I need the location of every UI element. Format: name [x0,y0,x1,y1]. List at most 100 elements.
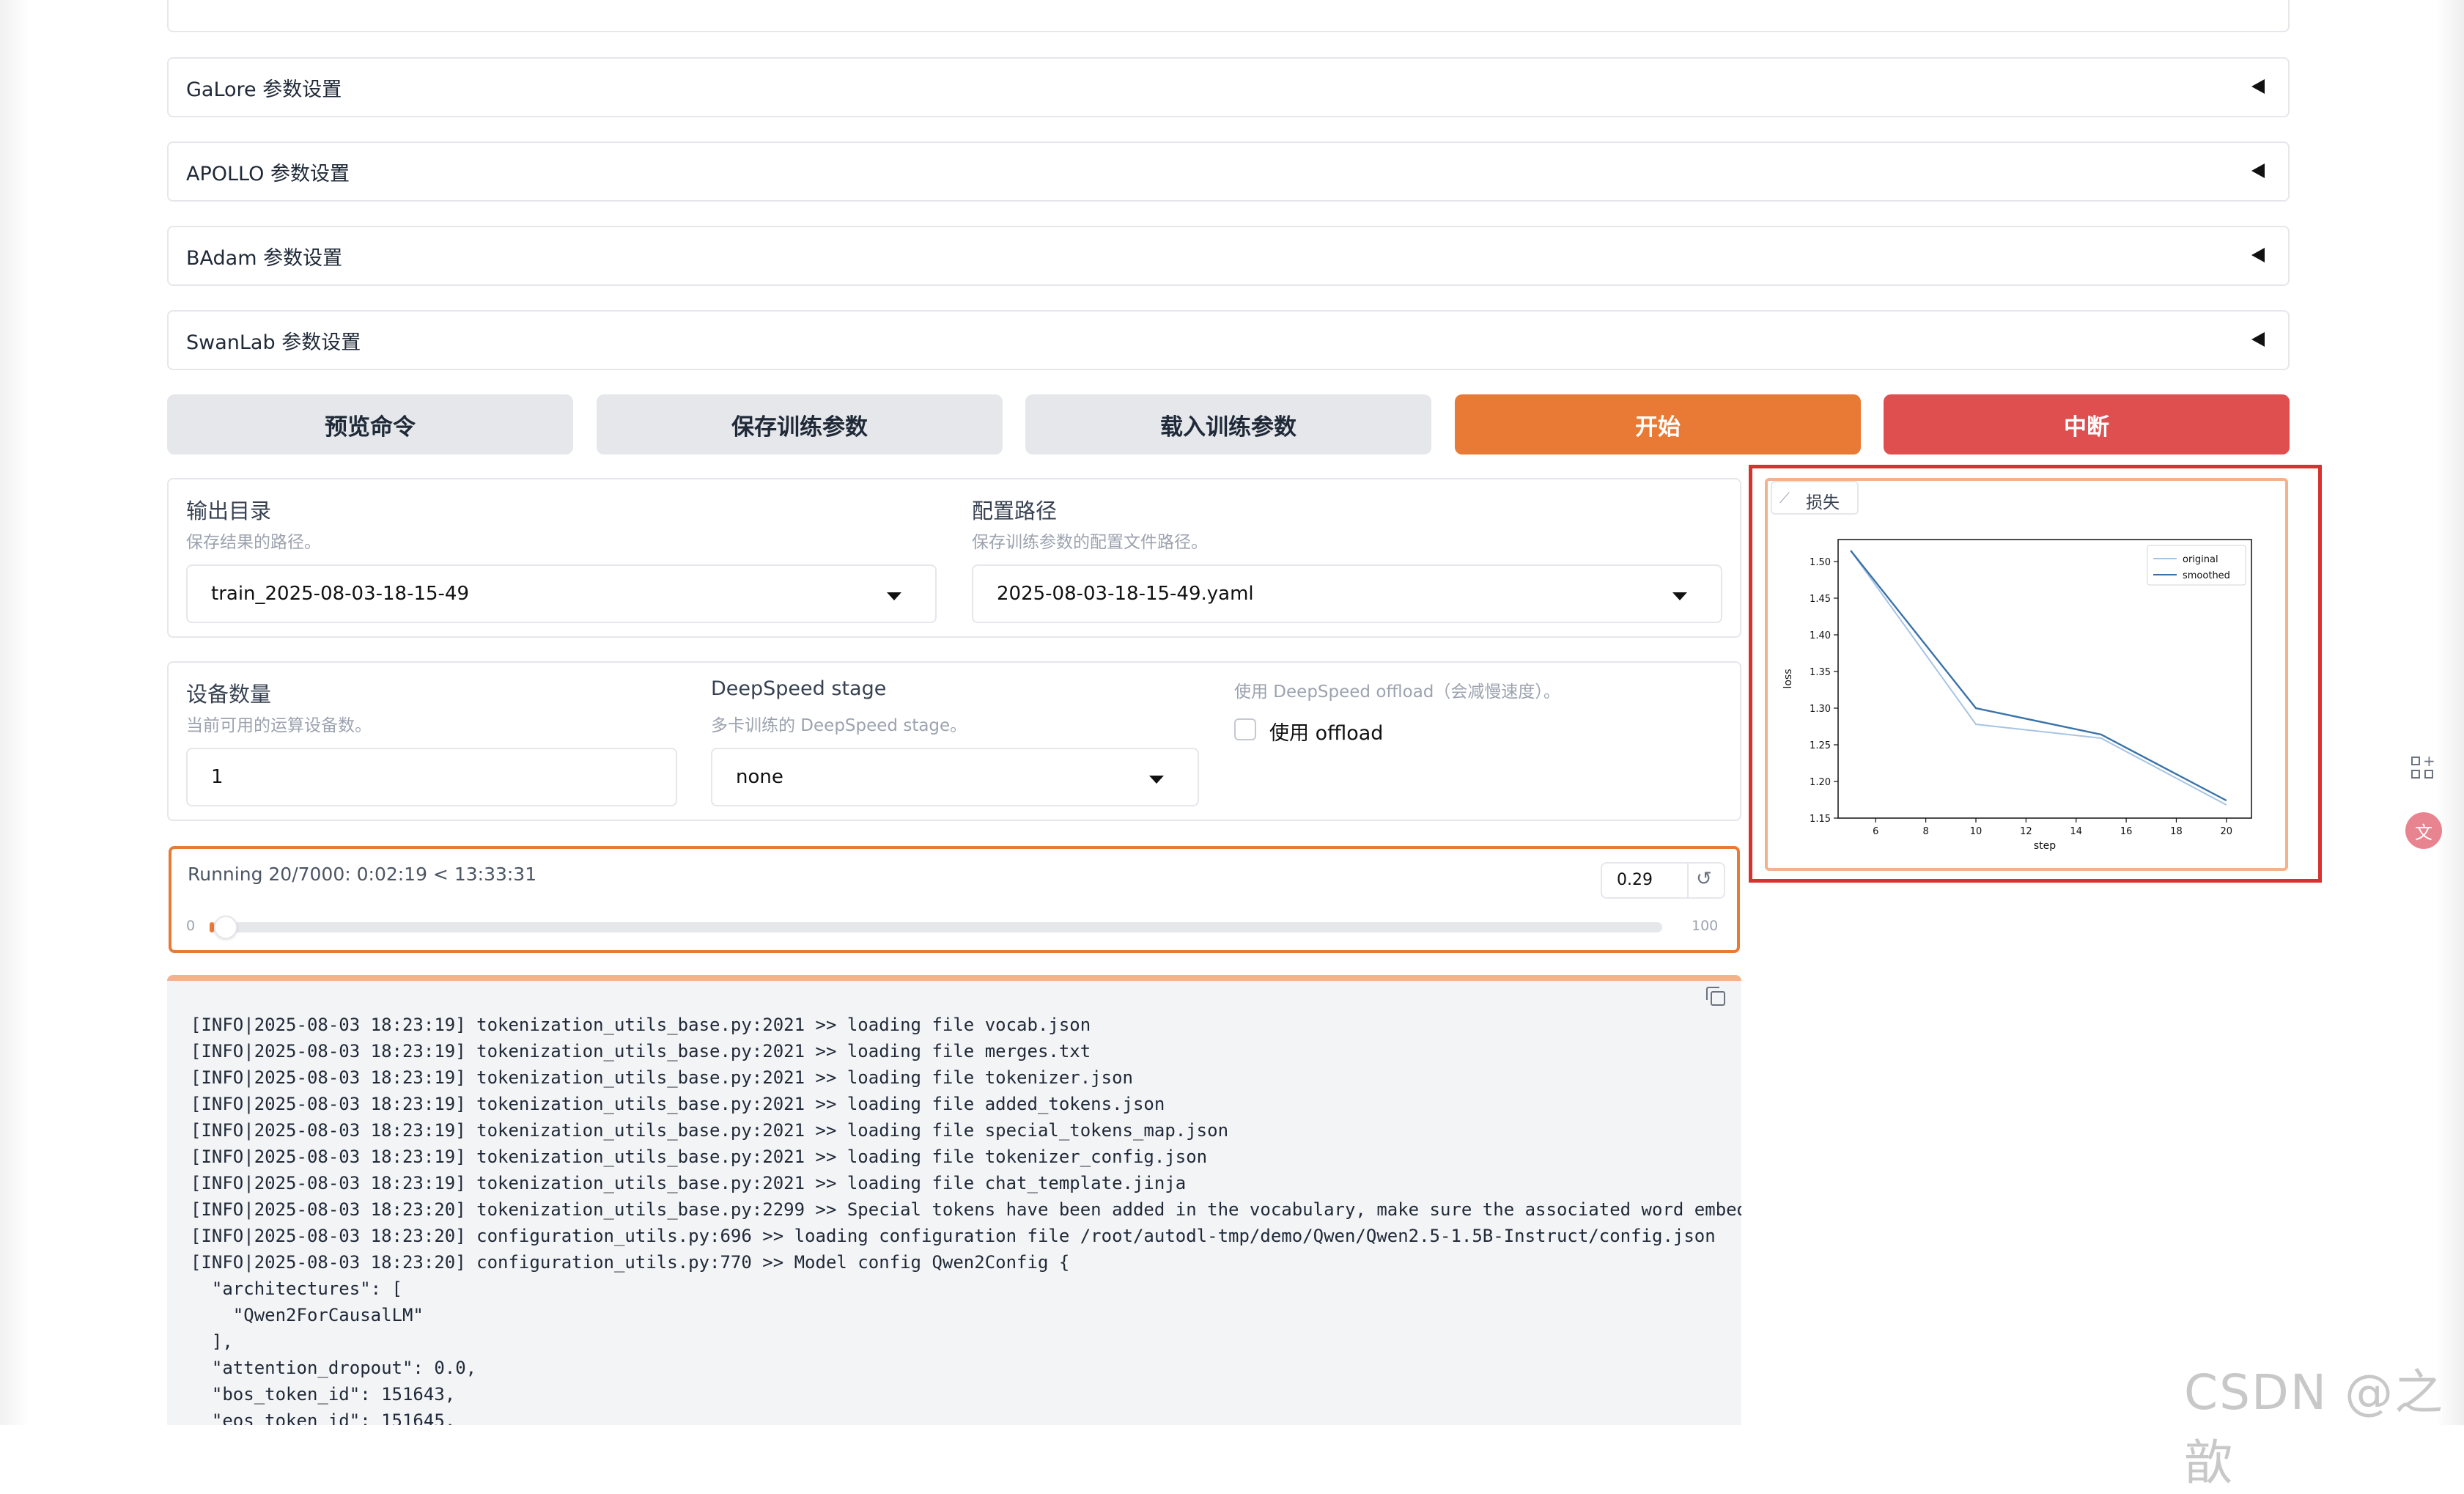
config-path-info: 保存训练参数的配置文件路径。 [972,533,1208,552]
log-line: [INFO|2025-08-03 18:23:19] tokenization_… [191,1173,1187,1193]
output-dir-label: 输出目录 [186,498,272,523]
device-count-label: 设备数量 [186,682,272,707]
accordion-apollo-title: APOLLO 参数设置 [186,163,350,185]
deepspeed-stage-value: none [736,766,783,788]
progress-number-value: 0.29 [1617,871,1653,889]
training-progress: Running 20/7000: 0:02:19 < 13:33:31 0.29… [169,846,1740,953]
right-shade [2436,0,2464,1425]
accordion-badam[interactable]: BAdam 参数设置 [167,226,2290,286]
accordion-badam-title: BAdam 参数设置 [186,247,343,270]
accordion-galore-title: GaLore 参数设置 [186,78,342,101]
copy-icon[interactable] [1706,987,1725,1006]
y-tick-label: 1.35 [1810,667,1831,678]
output-dir-dropdown[interactable]: train_2025-08-03-18-15-49 [186,564,937,623]
collapse-arrow-icon[interactable] [2251,332,2265,347]
log-line: [INFO|2025-08-03 18:23:19] tokenization_… [191,1015,1091,1035]
preview-command-button[interactable]: 预览命令 [167,394,573,455]
chart-icon: ⟋ [1779,489,1790,507]
config-path-dropdown[interactable]: 2025-08-03-18-15-49.yaml [972,564,1722,623]
y-tick-label: 1.25 [1810,740,1831,751]
start-button[interactable]: 开始 [1455,394,1861,455]
slider-max-label: 100 [1692,918,1719,934]
device-count-value: 1 [211,766,224,788]
output-config-panel: 输出目录 保存结果的路径。 train_2025-08-03-18-15-49 … [167,478,1741,638]
progress-number-input[interactable]: 0.29 ↺ [1601,862,1725,899]
y-axis-label: loss [1782,669,1794,688]
chevron-down-icon[interactable] [887,592,901,600]
log-line: "Qwen2ForCausalLM" [191,1305,424,1325]
collapse-arrow-icon[interactable] [2251,79,2265,94]
x-tick-label: 20 [2221,826,2233,837]
loss-plot-tab: ⟋ 损失 [1771,481,1859,515]
loss-plot-tab-label: 损失 [1806,493,1840,512]
deepspeed-stage-dropdown[interactable]: none [711,748,1199,806]
progress-label: Running 20/7000: 0:02:19 < 13:33:31 [188,864,537,885]
accordion-galore[interactable]: GaLore 参数设置 [167,57,2290,117]
y-tick-label: 1.50 [1810,557,1831,568]
slider-min-label: 0 [186,918,196,934]
collapse-arrow-icon[interactable] [2251,248,2265,262]
config-path-value: 2025-08-03-18-15-49.yaml [997,583,1254,605]
watermark: CSDN @之歆 [2184,1364,2445,1491]
progress-slider-fill [210,922,214,932]
device-count-info: 当前可用的运算设备数。 [186,716,372,735]
grid-plus-icon[interactable]: + [2410,752,2436,781]
deepspeed-stage-info: 多卡训练的 DeepSpeed stage。 [711,716,967,735]
chevron-down-icon[interactable] [1672,592,1687,600]
log-line: [INFO|2025-08-03 18:23:19] tokenization_… [191,1094,1165,1114]
x-tick-label: 12 [2020,826,2032,837]
log-line: [INFO|2025-08-03 18:23:20] configuration… [191,1226,1716,1246]
offload-checkbox-label[interactable]: 使用 offload [1269,717,1383,746]
log-line: [INFO|2025-08-03 18:23:19] tokenization_… [191,1147,1208,1167]
translate-icon[interactable]: 文 [2405,812,2442,849]
legend-label: smoothed [2183,570,2230,581]
log-line: "eos_token_id": 151645, [191,1410,456,1425]
output-dir-info: 保存结果的路径。 [186,533,321,552]
offload-checkbox[interactable] [1234,718,1256,740]
x-tick-label: 16 [2120,826,2133,837]
save-args-button[interactable]: 保存训练参数 [597,394,1003,455]
chart-legend: original smoothed [2147,545,2246,586]
config-path-label: 配置路径 [972,498,1058,523]
loss-plot-panel: ⟋ 损失 6 8 10 12 14 16 18 20 1.15 1.20 1.25 1.30 1.35 1… [1765,478,2288,871]
y-tick-label: 1.45 [1810,594,1831,605]
progress-slider-thumb[interactable] [213,916,237,939]
log-line: "attention_dropout": 0.0, [191,1358,477,1378]
x-tick-label: 10 [1970,826,1982,837]
reset-icon[interactable]: ↺ [1696,868,1712,890]
accordion-swanlab[interactable]: SwanLab 参数设置 [167,310,2290,370]
x-tick-label: 6 [1873,826,1878,837]
y-tick-label: 1.30 [1810,704,1831,715]
log-line: [INFO|2025-08-03 18:23:19] tokenization_… [191,1067,1133,1088]
load-args-button[interactable]: 载入训练参数 [1025,394,1431,455]
log-line: "architectures": [ [191,1278,402,1299]
y-tick-label: 1.40 [1810,630,1831,641]
log-line: [INFO|2025-08-03 18:23:19] tokenization_… [191,1041,1091,1061]
accordion-collapsed-top[interactable] [167,0,2290,32]
divider [1687,864,1689,897]
log-line: "bos_token_id": 151643, [191,1384,456,1405]
accordion-swanlab-title: SwanLab 参数设置 [186,331,361,354]
log-line: ], [191,1331,233,1352]
x-tick-label: 18 [2170,826,2183,837]
deepspeed-offload-info: 使用 DeepSpeed offload（会减慢速度）。 [1234,682,1560,702]
x-tick-label: 8 [1922,826,1928,837]
loss-chart: 6 8 10 12 14 16 18 20 1.15 1.20 1.25 1.30 1.35 1.40 1.… [1782,539,2252,852]
accordion-apollo[interactable]: APOLLO 参数设置 [167,141,2290,202]
left-shade [0,0,29,1425]
deepspeed-stage-label: DeepSpeed stage [711,677,887,700]
legend-label: original [2183,554,2218,565]
device-deepspeed-panel: 设备数量 当前可用的运算设备数。 1 DeepSpeed stage 多卡训练的… [167,661,1741,821]
x-tick-label: 14 [2070,826,2082,837]
series-line-original [1850,550,2227,806]
device-count-input[interactable]: 1 [186,748,677,806]
log-line: [INFO|2025-08-03 18:23:20] configuration… [191,1252,1070,1273]
collapse-arrow-icon[interactable] [2251,163,2265,178]
y-tick-label: 1.15 [1810,814,1831,825]
log-line: [INFO|2025-08-03 18:23:19] tokenization_… [191,1120,1229,1141]
log-line: [INFO|2025-08-03 18:23:20] tokenization_… [191,1199,1741,1220]
chevron-down-icon[interactable] [1149,776,1164,784]
output-dir-value: train_2025-08-03-18-15-49 [211,583,470,605]
abort-button[interactable]: 中断 [1884,394,2290,455]
progress-slider-track[interactable] [210,916,1662,939]
